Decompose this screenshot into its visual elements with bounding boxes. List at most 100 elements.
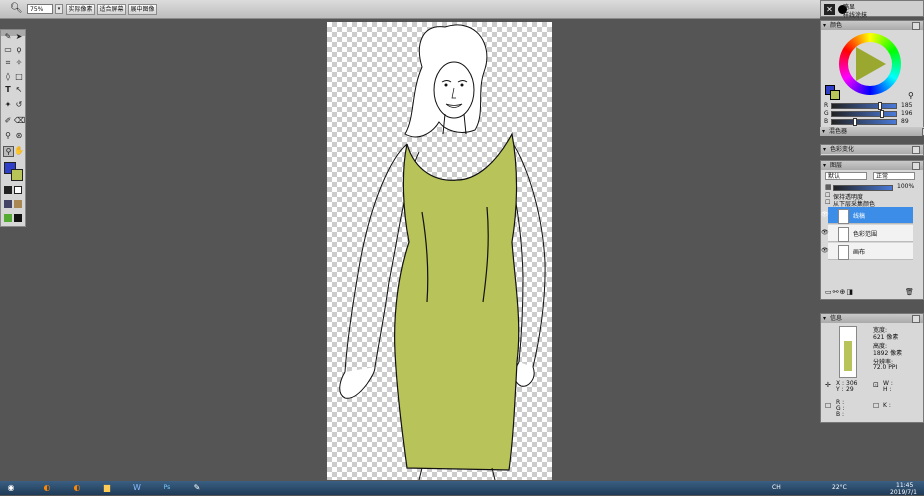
saturation-triangle[interactable] xyxy=(856,47,886,81)
color-variation-panel: 色彩变化 xyxy=(820,144,924,156)
layer-row[interactable]: 👁︎ 线稿 xyxy=(821,207,913,224)
nozzle-swatch-icon[interactable] xyxy=(4,214,12,222)
brush-category-icon[interactable]: ✕ xyxy=(824,4,835,15)
brush-tool-icon[interactable]: ✎ xyxy=(3,32,13,42)
channel-b-label: B xyxy=(824,118,829,125)
texture-swatch-icon[interactable] xyxy=(4,186,12,194)
start-button-icon[interactable]: ◉ xyxy=(4,482,18,494)
mixer-panel-header[interactable]: 混色器 xyxy=(820,127,924,136)
browser2-icon[interactable]: ◐ xyxy=(70,482,84,494)
text-tool-icon[interactable]: T xyxy=(3,85,13,95)
photoshop-icon[interactable]: Ps xyxy=(160,482,174,494)
options-bar: 🔍︎ 75% ▾ 实际像素 适合屏幕 展中图像 xyxy=(0,0,820,19)
lasso-tool-icon[interactable]: ϙ xyxy=(14,45,24,55)
panel-close-icon[interactable] xyxy=(912,22,920,30)
clone-tool-icon[interactable]: ⊛ xyxy=(14,131,24,141)
pen-tool-icon[interactable]: ✐ xyxy=(3,116,13,126)
zoom-tool-icon[interactable]: 🔍︎ xyxy=(10,3,23,14)
magnifier-tool-icon[interactable]: ⚲ xyxy=(3,146,14,157)
crop-tool-icon[interactable]: ⌗ xyxy=(3,58,13,68)
zoom-level-field[interactable]: 75% xyxy=(27,4,53,14)
channel-b-knob[interactable] xyxy=(853,118,858,126)
layers-panel-header[interactable]: 图层 xyxy=(821,161,923,170)
panel-close-icon[interactable] xyxy=(912,315,920,323)
h-label: H : xyxy=(883,386,892,393)
fit-screen-button[interactable]: 适合屏幕 xyxy=(97,4,126,15)
marquee-tool-icon[interactable]: ▭ xyxy=(3,45,13,55)
visibility-eye-icon[interactable]: 👁︎ xyxy=(821,247,829,255)
y-label: Y : xyxy=(836,386,844,393)
crosshair-icon: ✛ xyxy=(825,381,831,389)
channel-g-knob[interactable] xyxy=(880,110,885,118)
browser-icon[interactable]: ◐ xyxy=(40,482,54,494)
brush-selector-strip: ✕ 略显 样线涂抹 xyxy=(820,0,924,19)
visibility-eye-icon[interactable]: 👁︎ xyxy=(821,211,829,219)
airbrush-tool-icon[interactable]: ✦ xyxy=(3,100,13,110)
channel-b-value: 89 xyxy=(901,118,909,125)
actual-pixels-button[interactable]: 实际像素 xyxy=(66,4,95,15)
pattern-swatch-icon[interactable] xyxy=(4,200,12,208)
layer-row[interactable]: 👁︎ 画布 xyxy=(821,243,913,260)
select-arrow-icon[interactable]: ➤ xyxy=(14,32,24,42)
shape-tool-icon[interactable]: □ xyxy=(14,72,24,82)
layer-row[interactable]: 👁︎ 色彩范围 xyxy=(821,225,913,242)
document-canvas[interactable] xyxy=(327,22,552,480)
document-thumbnail xyxy=(839,326,857,378)
panel-close-icon[interactable] xyxy=(912,146,920,154)
wand-tool-icon[interactable]: ✧ xyxy=(14,58,24,68)
trash-icon[interactable]: 🗑︎ xyxy=(905,288,914,296)
eyedropper-tool-icon[interactable]: ⚲ xyxy=(3,131,13,141)
info-panel-title: 信息 xyxy=(830,315,843,322)
size-icon: ⊡ xyxy=(873,381,879,389)
channel-r-knob[interactable] xyxy=(877,102,882,110)
language-indicator[interactable]: CH xyxy=(772,484,781,491)
paper-swatch-icon[interactable] xyxy=(14,186,22,194)
word-icon[interactable]: W xyxy=(130,482,144,494)
channel-b-slider[interactable] xyxy=(831,119,897,125)
layer-name: 色彩范围 xyxy=(853,231,878,238)
color-panel-header[interactable]: 颜色 xyxy=(821,21,923,30)
folder-icon[interactable]: ▆ xyxy=(100,482,114,494)
opacity-icon: ▦ xyxy=(825,183,832,191)
sample-below-checkbox[interactable]: ☐ xyxy=(825,199,830,206)
secondary-color-swatch[interactable] xyxy=(830,90,840,100)
layers-panel-title: 图层 xyxy=(830,162,843,169)
center-image-button[interactable]: 展中图像 xyxy=(128,4,157,15)
color-variation-header[interactable]: 色彩变化 xyxy=(821,145,923,154)
layer-actions-icons[interactable]: ▭⚯⊕◨ xyxy=(825,288,854,296)
color-wheel[interactable] xyxy=(839,33,901,95)
visibility-eye-icon[interactable]: 👁︎ xyxy=(821,229,829,237)
painter-icon[interactable]: ✎ xyxy=(190,482,204,494)
zoom-dropdown-arrow-icon[interactable]: ▾ xyxy=(55,4,63,14)
layer-mode-select[interactable]: 默认 xyxy=(825,172,867,180)
brush-label-2: 样线涂抹 xyxy=(843,12,868,19)
mixer-panel-title: 混色器 xyxy=(829,128,848,135)
channel-r-slider[interactable] xyxy=(831,103,897,109)
look-swatch-icon[interactable] xyxy=(14,214,22,222)
smudge-tool-icon[interactable]: ↺ xyxy=(14,100,24,110)
channel-r-label: R xyxy=(824,102,829,109)
info-panel-header[interactable]: 信息 xyxy=(821,314,923,323)
layers-panel: 图层 默认 正常 ▦ 100% ☐ 保持透明度 ☐ 从下层采集颜色 👁︎线稿👁︎… xyxy=(820,160,924,300)
channel-g-value: 196 xyxy=(901,110,913,117)
panel-close-icon[interactable] xyxy=(912,162,920,170)
b-label: B : xyxy=(836,411,845,418)
eraser-tool-icon[interactable]: ⌫ xyxy=(14,116,25,126)
preserve-transparency-checkbox[interactable]: ☐ xyxy=(825,192,830,199)
bucket-tool-icon[interactable]: ◊ xyxy=(3,72,13,82)
eyedropper-icon[interactable]: ⚲ xyxy=(908,91,914,100)
height-value: 1892 像素 xyxy=(873,350,903,357)
opacity-slider[interactable] xyxy=(833,185,893,191)
pointer-tool-icon[interactable]: ↖ xyxy=(14,85,24,95)
y-value: 29 xyxy=(846,386,854,393)
width-value: 621 像素 xyxy=(873,334,899,341)
toolbox: ✎ ➤ ▭ ϙ ⌗ ✧ ◊ □ T ↖ ✦ ↺ ✐ ⌫ ⚲ ⊛ ⚲ ✋ xyxy=(0,29,26,227)
composite-method-select[interactable]: 正常 xyxy=(873,172,915,180)
opacity-value: 100% xyxy=(897,183,915,190)
gradient-swatch-icon[interactable] xyxy=(14,200,22,208)
layer-name: 线稿 xyxy=(853,213,866,220)
background-color-swatch[interactable] xyxy=(11,169,23,181)
hand-tool-icon[interactable]: ✋ xyxy=(14,146,24,156)
channel-g-slider[interactable] xyxy=(831,111,897,117)
weather-text: 22°C xyxy=(832,484,847,491)
